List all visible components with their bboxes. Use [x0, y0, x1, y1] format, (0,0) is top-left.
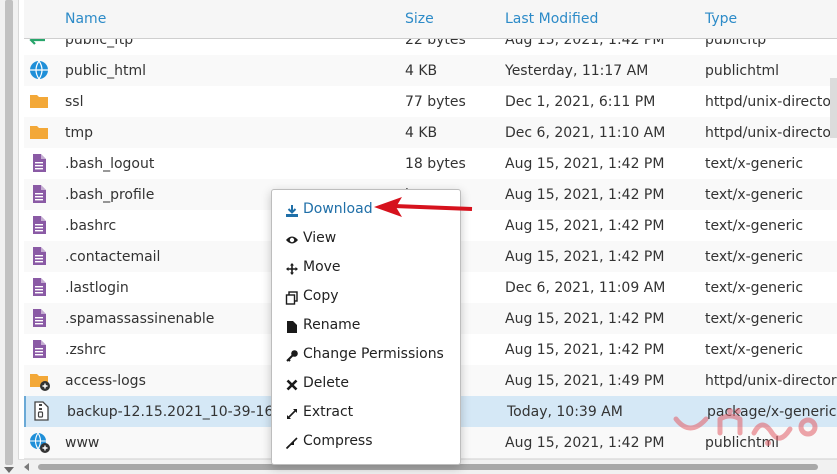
- file-manager: public_ftp 22 bytes Aug 15, 2021, 1:42 PM p…: [0, 0, 837, 474]
- menu-item-label: Compress: [303, 433, 373, 449]
- file-text-icon: [28, 214, 50, 236]
- file-modified: Aug 15, 2021, 1:42 PM: [505, 342, 665, 358]
- eye-icon: [285, 233, 299, 247]
- download-icon: [285, 204, 299, 218]
- move-arrows-icon: [285, 262, 299, 276]
- file-text-icon: [28, 152, 50, 174]
- file-icon: [285, 320, 299, 334]
- column-header-size[interactable]: Size: [405, 11, 434, 27]
- key-icon: [285, 349, 299, 363]
- file-size: 4 KB: [405, 63, 438, 79]
- file-modified: Yesterday, 11:17 AM: [505, 63, 649, 79]
- file-size: 4 KB: [405, 125, 438, 141]
- scroll-down-arrow-icon[interactable]: [4, 467, 14, 473]
- menu-item-label: Download: [303, 201, 373, 217]
- file-name[interactable]: ssl: [65, 94, 83, 110]
- file-size: 18 bytes: [405, 156, 466, 172]
- compress-arrows-icon: [285, 436, 299, 450]
- file-name[interactable]: .spamassassinenable: [65, 311, 214, 327]
- menu-item-label: Extract: [303, 404, 354, 420]
- annotation-arrow-icon: [374, 197, 473, 217]
- file-type: text/x-generic: [705, 249, 804, 265]
- watermark-logo: [673, 408, 818, 446]
- file-text-icon: [28, 183, 50, 205]
- file-name[interactable]: public_html: [65, 63, 146, 79]
- file-type: httpd/unix-directory: [705, 125, 837, 141]
- table-row[interactable]: .bash_logout 18 bytes Aug 15, 2021, 1:42 P…: [24, 148, 837, 180]
- file-modified: Aug 15, 2021, 1:42 PM: [505, 156, 665, 172]
- table-row[interactable]: ssl 77 bytes Dec 1, 2021, 6:11 PM httpd/uni…: [24, 86, 837, 118]
- file-modified: Aug 15, 2021, 1:42 PM: [505, 187, 665, 203]
- folder-icon: [28, 90, 50, 112]
- file-modified: Aug 15, 2021, 1:49 PM: [505, 373, 665, 389]
- file-type: httpd/unix-directory: [705, 94, 837, 110]
- file-type: text/x-generic: [705, 342, 804, 358]
- file-name[interactable]: tmp: [65, 125, 93, 141]
- expand-arrows-icon: [285, 407, 299, 421]
- file-name[interactable]: .bash_logout: [65, 156, 154, 172]
- menu-item-label: Move: [303, 259, 341, 275]
- column-header-name[interactable]: Name: [65, 11, 106, 27]
- menu-item-label: Change Permissions: [303, 346, 444, 362]
- right-scrollbar[interactable]: [829, 38, 837, 438]
- globe-link-icon: [28, 431, 50, 453]
- file-name[interactable]: .lastlogin: [65, 280, 129, 296]
- left-scrollbar[interactable]: [0, 0, 19, 474]
- menu-item-label: Copy: [303, 288, 339, 304]
- file-type: text/x-generic: [705, 280, 804, 296]
- table-header: Name Size Last Modified Type: [24, 0, 837, 39]
- file-name[interactable]: backup-12.15.2021_10-39-16_sh: [67, 404, 297, 420]
- left-scrollbar-thumb[interactable]: [5, 0, 13, 465]
- file-name[interactable]: .bashrc: [65, 218, 116, 234]
- x-mark-icon: [285, 378, 299, 392]
- file-modified: Aug 15, 2021, 1:42 PM: [505, 435, 665, 451]
- menu-item-label: View: [303, 230, 337, 246]
- table-row[interactable]: tmp 4 KB Dec 6, 2021, 11:10 AM httpd/unix-d…: [24, 117, 837, 149]
- globe-icon: [28, 59, 50, 81]
- file-type: publichtml: [705, 63, 780, 79]
- file-modified: Aug 15, 2021, 1:42 PM: [505, 218, 665, 234]
- file-text-icon: [28, 276, 50, 298]
- file-modified: Aug 15, 2021, 1:42 PM: [505, 249, 665, 265]
- menu-item-label: Rename: [303, 317, 361, 333]
- folder-icon: [28, 121, 50, 143]
- file-modified: Dec 6, 2021, 11:09 AM: [505, 280, 666, 296]
- file-type: text/x-generic: [705, 187, 804, 203]
- column-header-type[interactable]: Type: [705, 11, 737, 27]
- file-modified: Today, 10:39 AM: [507, 404, 623, 420]
- file-size: 77 bytes: [405, 94, 466, 110]
- file-name[interactable]: .bash_profile: [65, 187, 154, 203]
- file-name[interactable]: access-logs: [65, 373, 146, 389]
- folder-link-icon: [28, 369, 50, 391]
- file-text-icon: [28, 245, 50, 267]
- file-name[interactable]: .zshrc: [65, 342, 106, 358]
- file-text-icon: [28, 338, 50, 360]
- context-menu: Download View Move Copy Rename Change Permiss…: [271, 189, 461, 465]
- file-type: text/x-generic: [705, 156, 804, 172]
- file-name[interactable]: www: [65, 435, 99, 451]
- scroll-left-arrow-icon[interactable]: [24, 463, 29, 471]
- file-modified: Aug 15, 2021, 1:42 PM: [505, 311, 665, 327]
- file-modified: Dec 6, 2021, 11:10 AM: [505, 125, 666, 141]
- copy-icon: [285, 291, 299, 305]
- menu-item-label: Delete: [303, 375, 349, 391]
- file-type: text/x-generic: [705, 311, 804, 327]
- file-type: text/x-generic: [705, 218, 804, 234]
- file-modified: Dec 1, 2021, 6:11 PM: [505, 94, 656, 110]
- file-type: httpd/unix-directory: [705, 373, 837, 389]
- archive-file-icon: [30, 400, 52, 422]
- right-scrollbar-thumb[interactable]: [830, 78, 837, 138]
- table-row[interactable]: public_html 4 KB Yesterday, 11:17 AM public…: [24, 55, 837, 87]
- file-name[interactable]: .contactemail: [65, 249, 160, 265]
- column-header-last-modified[interactable]: Last Modified: [505, 11, 598, 27]
- file-text-icon: [28, 307, 50, 329]
